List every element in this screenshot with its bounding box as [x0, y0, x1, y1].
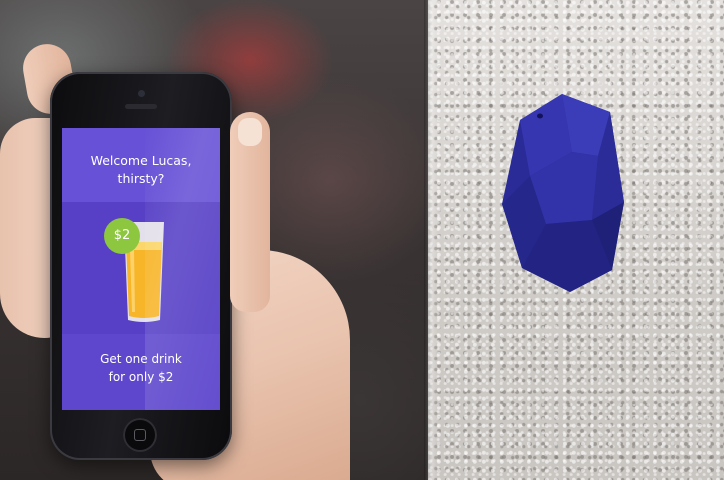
fingernail [238, 118, 262, 146]
photo-scene: Welcome Lucas, thirsty? $2 Get one drink… [0, 0, 724, 480]
earpiece-speaker [125, 104, 157, 109]
screen-glare [145, 128, 220, 410]
smartphone: Welcome Lucas, thirsty? $2 Get one drink… [50, 72, 232, 460]
wall-edge [424, 0, 438, 480]
front-camera [138, 90, 145, 97]
beacon-device [502, 94, 624, 292]
finger-index [230, 112, 270, 312]
price-badge: $2 [104, 218, 140, 254]
home-button-icon[interactable] [123, 418, 157, 452]
